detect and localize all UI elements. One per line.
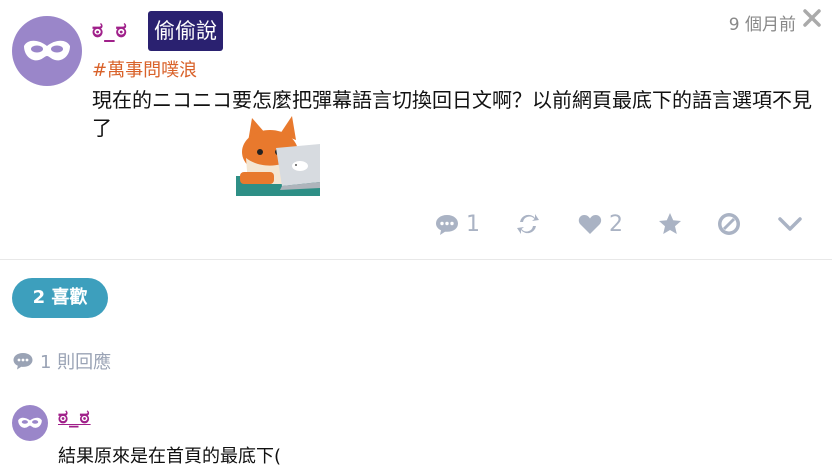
post-timestamp: 9 個月前 <box>728 15 796 35</box>
fox-laptop-sticker <box>236 112 320 196</box>
comment-icon <box>13 353 33 370</box>
mask-icon <box>24 40 70 61</box>
reply-action[interactable]: 1 <box>434 211 480 237</box>
replurk-icon <box>517 214 539 234</box>
reply-text: 結果原來是在首頁的最底下( <box>58 446 282 467</box>
reply-count-header: 1 則回應 <box>12 348 111 374</box>
divider <box>0 259 832 260</box>
reply-count-label: 1 則回應 <box>40 352 112 373</box>
comment-icon <box>436 215 458 235</box>
reply-count: 1 <box>466 211 480 237</box>
mute-action[interactable] <box>716 211 742 237</box>
replurk-action[interactable] <box>515 211 541 237</box>
mask-icon <box>18 417 42 428</box>
likes-button[interactable]: 2 喜歡 <box>12 278 108 318</box>
avatar[interactable] <box>12 16 82 86</box>
star-icon <box>659 213 681 234</box>
anonymous-badge: 偷偷說 <box>148 11 223 51</box>
more-action[interactable] <box>777 211 803 237</box>
chevron-down-icon <box>778 217 802 231</box>
reply-username[interactable]: ಠ_ಠ <box>58 406 91 428</box>
like-action[interactable]: 2 <box>577 211 623 237</box>
reply-avatar[interactable] <box>12 405 48 441</box>
post-tag[interactable]: #萬事問噗浪 <box>92 56 197 82</box>
like-count: 2 <box>609 211 623 237</box>
post-content: 現在的ニコニコ要怎麼把彈幕語言切換回日文啊？以前網頁最底下的語言選項不見了 <box>92 88 812 140</box>
post-username[interactable]: ಠ_ಠ <box>92 18 128 43</box>
close-icon[interactable] <box>802 6 822 30</box>
mute-icon <box>718 213 740 235</box>
favorite-action[interactable] <box>657 211 683 237</box>
heart-icon <box>578 214 602 234</box>
